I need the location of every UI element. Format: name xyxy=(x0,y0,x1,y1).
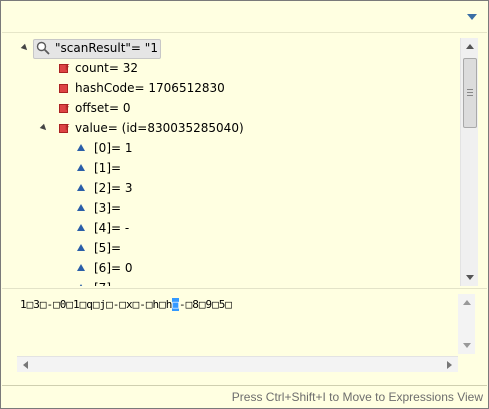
field-label: hashCode= 1706512830 xyxy=(75,81,225,95)
array-element-row[interactable]: [5]= xyxy=(17,238,460,258)
grip-line xyxy=(467,95,473,96)
detail-pane[interactable]: 1□3□-□0□1□q□j□-□x□-□h□h□-□8□9□5□ xyxy=(17,294,458,354)
expression-hover-popup: "scanResult"= "1 F count= 32 hashCode= 1… xyxy=(0,0,489,409)
tree-row-offset[interactable]: F offset= 0 xyxy=(17,98,460,118)
array-element-icon xyxy=(77,224,85,231)
field-label: offset= 0 xyxy=(75,101,131,115)
element-label: [3]= xyxy=(94,201,122,215)
array-element-row[interactable]: [6]= 0 xyxy=(17,258,460,278)
element-label: [1]= xyxy=(94,161,122,175)
array-element-row[interactable]: [3]= xyxy=(17,198,460,218)
detail-text-after: -□8□9□5□ xyxy=(178,298,232,311)
tree-vertical-scrollbar[interactable] xyxy=(460,38,478,286)
collapse-twisty-icon[interactable] xyxy=(20,43,30,53)
tree-row-hashcode[interactable]: hashCode= 1706512830 xyxy=(17,78,460,98)
array-element-icon xyxy=(77,244,85,251)
scroll-up-arrow-icon[interactable] xyxy=(466,44,474,49)
scroll-up-arrow-icon[interactable] xyxy=(463,300,471,305)
element-label: [5]= xyxy=(94,241,122,255)
grip-line xyxy=(467,92,473,93)
array-element-row[interactable]: [1]= xyxy=(17,158,460,178)
root-label: "scanResult"= "1 xyxy=(55,41,158,55)
array-element-icon xyxy=(77,264,85,271)
tree-row-root[interactable]: "scanResult"= "1 xyxy=(17,38,460,59)
field-label: value= (id=830035285040) xyxy=(75,121,244,135)
array-element-icon xyxy=(77,164,85,171)
array-element-icon xyxy=(77,204,85,211)
scroll-down-arrow-icon[interactable] xyxy=(466,275,474,280)
element-label: [6]= 0 xyxy=(94,261,133,275)
scroll-left-arrow-icon[interactable] xyxy=(23,361,28,369)
final-overlay-icon: F xyxy=(65,103,70,112)
final-overlay-icon: F xyxy=(65,63,70,72)
detail-vertical-scrollbar[interactable] xyxy=(458,294,475,354)
variables-tree[interactable]: "scanResult"= "1 F count= 32 hashCode= 1… xyxy=(17,38,460,286)
scrollbar-thumb[interactable] xyxy=(463,58,477,128)
status-bar: Press Ctrl+Shift+I to Move to Expression… xyxy=(2,385,487,408)
final-overlay-icon: F xyxy=(65,123,70,132)
search-icon xyxy=(36,41,50,55)
collapse-twisty-icon[interactable] xyxy=(39,123,49,133)
detail-value-text[interactable]: 1□3□-□0□1□q□j□-□x□-□h□h□-□8□9□5□ xyxy=(20,298,232,311)
view-menu-dropdown-icon[interactable] xyxy=(467,14,477,20)
array-element-row[interactable]: [2]= 3 xyxy=(17,178,460,198)
array-element-icon xyxy=(77,284,85,286)
field-label: count= 32 xyxy=(75,61,138,75)
popup-toolbar xyxy=(2,2,487,33)
detail-text-before: 1□3□-□0□1□q□j□-□x□-□h□h xyxy=(20,298,173,311)
array-element-icon xyxy=(77,144,85,151)
element-label: [7] xyxy=(94,278,111,286)
scroll-right-arrow-icon[interactable] xyxy=(447,361,452,369)
element-label: [0]= 1 xyxy=(94,141,133,155)
element-label: [4]= - xyxy=(94,221,130,235)
array-element-icon xyxy=(77,184,85,191)
detail-horizontal-scrollbar[interactable] xyxy=(17,356,458,372)
element-label: [2]= 3 xyxy=(94,181,133,195)
array-element-row[interactable]: [7] xyxy=(17,278,460,286)
grip-line xyxy=(467,89,473,90)
detail-selection: □ xyxy=(172,298,179,311)
tree-row-value[interactable]: F value= (id=830035285040) xyxy=(17,118,460,138)
field-icon xyxy=(59,84,68,93)
status-hint: Press Ctrl+Shift+I to Move to Expression… xyxy=(231,390,483,404)
pane-splitter[interactable] xyxy=(2,288,487,293)
array-element-row[interactable]: [4]= - xyxy=(17,218,460,238)
tree-row-count[interactable]: F count= 32 xyxy=(17,58,460,78)
array-element-row[interactable]: [0]= 1 xyxy=(17,138,460,158)
scroll-down-arrow-icon[interactable] xyxy=(463,343,471,348)
